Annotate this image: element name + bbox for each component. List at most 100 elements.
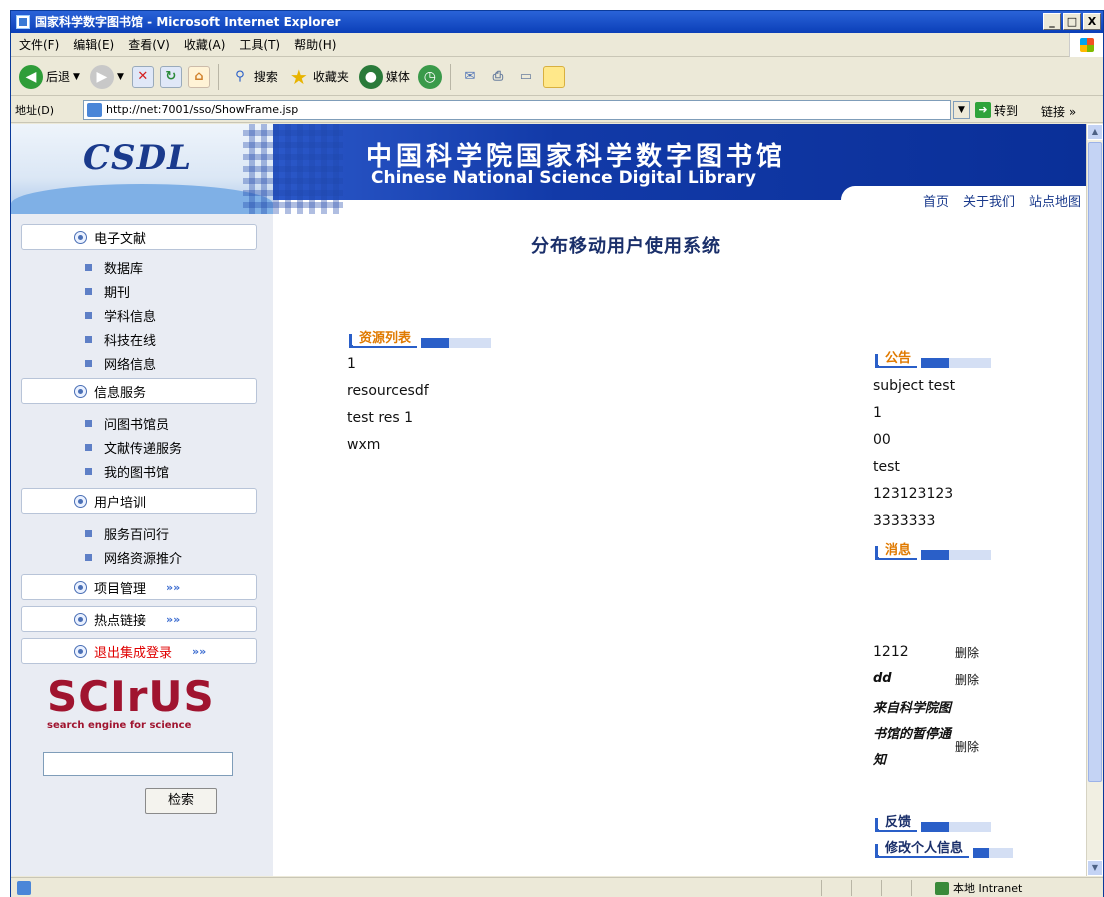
resource-item[interactable]: wxm	[347, 437, 380, 453]
status-pane	[881, 880, 882, 896]
section-label: 信息服务	[94, 385, 147, 401]
sidebar: 电子文献 数据库 期刊 学科信息 科技在线 网络信息 信息服务 问图书馆员 文献…	[11, 214, 273, 876]
scirus-logo[interactable]: SCIrUS search engine for science	[47, 676, 215, 732]
resource-item[interactable]: test res 1	[347, 410, 413, 426]
sidebar-section-info-service[interactable]: 信息服务	[21, 378, 257, 404]
sidebar-section-e-literature[interactable]: 电子文献	[21, 224, 257, 250]
favorites-button[interactable]: ★ 收藏夹	[286, 62, 351, 92]
messenger-icon[interactable]	[542, 65, 565, 88]
close-button[interactable]: X	[1083, 13, 1101, 30]
sidebar-search-button[interactable]: 检索	[145, 788, 217, 814]
sidebar-item-resource-intro[interactable]: 网络资源推介	[85, 548, 182, 567]
address-input[interactable]: http://net:7001/sso/ShowFrame.jsp	[83, 100, 951, 120]
announcement-label: 公告	[879, 347, 918, 368]
announcement-item[interactable]: 00	[873, 432, 891, 448]
bullet-icon	[85, 312, 92, 319]
star-icon: ★	[289, 64, 308, 89]
sidebar-item-service-faq[interactable]: 服务百问行	[85, 524, 169, 543]
announcement-item[interactable]: 3333333	[873, 513, 935, 529]
delete-link[interactable]: 删除	[955, 671, 979, 688]
resource-item[interactable]: resourcesdf	[347, 383, 429, 399]
message-item[interactable]: 来自科学院图书馆的暂停通知	[873, 696, 951, 774]
stop-icon[interactable]: ✕	[131, 65, 154, 88]
links-button[interactable]: 链接 »	[1041, 103, 1076, 120]
edit-icon[interactable]: ▭	[515, 66, 537, 88]
address-url: http://net:7001/sso/ShowFrame.jsp	[106, 103, 299, 116]
sidebar-section-hot-links[interactable]: 热点链接 »»	[21, 606, 257, 632]
page-icon	[87, 103, 102, 117]
sidebar-item-doc-delivery[interactable]: 文献传递服务	[85, 438, 182, 457]
bullet-icon	[85, 420, 92, 427]
title-bar: 国家科学数字图书馆 - Microsoft Internet Explorer …	[11, 11, 1103, 33]
maximize-button[interactable]: □	[1063, 13, 1081, 30]
back-label: 后退	[46, 70, 71, 84]
resource-list-header: 资源列表	[349, 330, 492, 348]
item-label: 问图书馆员	[104, 418, 170, 433]
scroll-up-icon[interactable]: ▲	[1087, 124, 1103, 140]
sidebar-item-network-info[interactable]: 网络信息	[85, 354, 156, 373]
menu-file[interactable]: 文件(F)	[19, 36, 59, 53]
scroll-down-icon[interactable]: ▼	[1087, 860, 1103, 876]
page-content: CSDL 中国科学院国家科学数字图书馆 Chinese National Sci…	[11, 124, 1087, 876]
home-icon[interactable]: ⌂	[187, 65, 210, 88]
sidebar-search-input[interactable]	[43, 752, 233, 776]
announcement-item[interactable]: subject test	[873, 378, 955, 394]
search-button[interactable]: ⚲ 搜索	[227, 62, 280, 92]
bullet-icon	[85, 336, 92, 343]
vertical-scrollbar[interactable]: ▲ ▼	[1086, 124, 1103, 876]
nav-about[interactable]: 关于我们	[963, 191, 1015, 210]
menu-help[interactable]: 帮助(H)	[294, 36, 336, 53]
sidebar-section-user-training[interactable]: 用户培训	[21, 488, 257, 514]
section-label: 用户培训	[94, 495, 147, 511]
sidebar-item-database[interactable]: 数据库	[85, 258, 143, 277]
refresh-icon[interactable]: ↻	[159, 65, 182, 88]
media-button[interactable]: ● 媒体	[357, 62, 412, 92]
feedback-header[interactable]: 反馈	[875, 814, 992, 832]
go-button[interactable]: ➜ 转到	[975, 100, 1018, 120]
messages-label: 消息	[879, 539, 918, 560]
security-zone: 本地 Intranet	[935, 880, 1022, 896]
status-pane	[821, 880, 822, 896]
address-dropdown-icon[interactable]: ▼	[953, 101, 970, 119]
announcement-item[interactable]: 123123123	[873, 486, 953, 502]
item-label: 文献传递服务	[104, 442, 183, 457]
item-label: 我的图书馆	[104, 466, 170, 481]
forward-button[interactable]: ▶ ▼	[88, 62, 126, 92]
minimize-button[interactable]: _	[1043, 13, 1061, 30]
menu-favorites[interactable]: 收藏(A)	[184, 36, 226, 53]
menu-view[interactable]: 查看(V)	[128, 36, 170, 53]
resource-item[interactable]: 1	[347, 356, 356, 372]
toolbar-separator	[449, 63, 451, 90]
announcement-item[interactable]: test	[873, 459, 900, 475]
sidebar-section-project-mgmt[interactable]: 项目管理 »»	[21, 574, 257, 600]
nav-home[interactable]: 首页	[923, 191, 949, 210]
sidebar-item-subject-info[interactable]: 学科信息	[85, 306, 156, 325]
scroll-thumb[interactable]	[1088, 142, 1102, 782]
sidebar-item-journals[interactable]: 期刊	[85, 282, 130, 301]
sidebar-item-sci-online[interactable]: 科技在线	[85, 330, 156, 349]
delete-link[interactable]: 删除	[955, 738, 979, 755]
print-icon[interactable]: ⎙	[487, 66, 509, 88]
announcement-item[interactable]: 1	[873, 405, 882, 421]
circle-arrow-icon	[74, 385, 87, 398]
history-icon[interactable]: ◷	[417, 64, 442, 89]
profile-header[interactable]: 修改个人信息	[875, 840, 1014, 858]
nav-sitemap[interactable]: 站点地图	[1029, 191, 1081, 210]
media-icon: ●	[358, 64, 383, 89]
double-arrow-icon: »»	[166, 612, 181, 626]
bullet-icon	[85, 468, 92, 475]
menu-edit[interactable]: 编辑(E)	[73, 36, 114, 53]
message-item[interactable]: dd	[873, 671, 892, 686]
csdl-logo[interactable]: CSDL	[83, 138, 192, 178]
bullet-icon	[85, 288, 92, 295]
sidebar-item-my-library[interactable]: 我的图书馆	[85, 462, 169, 481]
message-item[interactable]: 1212	[873, 644, 909, 660]
back-button[interactable]: ◀ 后退 ▼	[17, 62, 82, 92]
mail-icon[interactable]: ✉	[459, 66, 481, 88]
delete-link[interactable]: 删除	[955, 644, 979, 661]
menu-tools[interactable]: 工具(T)	[239, 36, 280, 53]
sidebar-item-ask-librarian[interactable]: 问图书馆员	[85, 414, 169, 433]
sidebar-section-logout[interactable]: 退出集成登录 »»	[21, 638, 257, 664]
banner-mosaic	[243, 124, 343, 214]
circle-arrow-icon	[74, 581, 87, 594]
